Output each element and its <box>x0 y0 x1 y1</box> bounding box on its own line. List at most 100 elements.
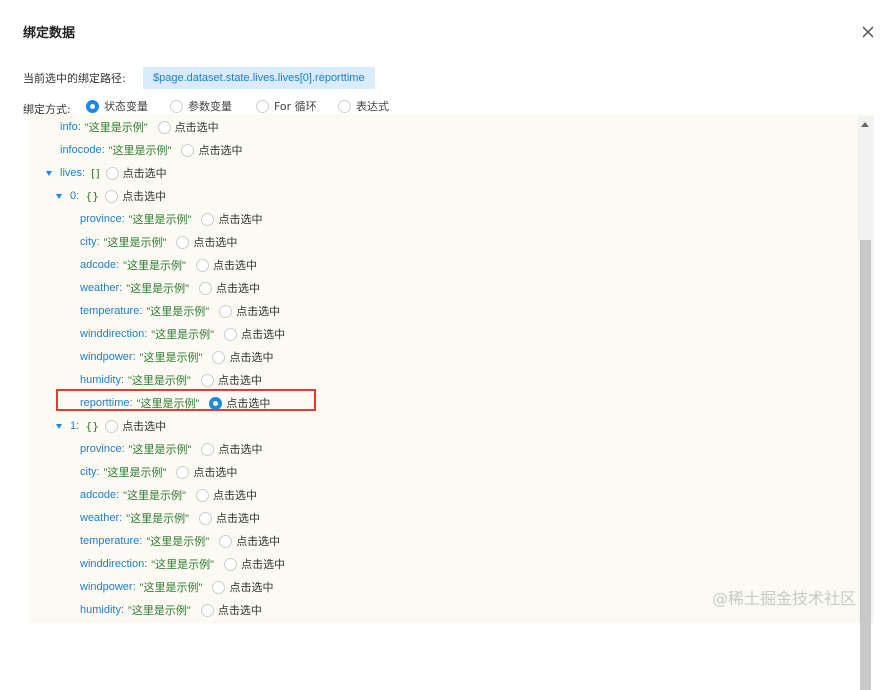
mode-option-label: 表达式 <box>356 100 389 113</box>
select-label[interactable]: 点击选中 <box>218 602 262 618</box>
expand-caret-icon[interactable] <box>46 170 52 176</box>
mode-option-state[interactable]: 状态变量 <box>86 98 148 114</box>
select-radio[interactable] <box>105 166 119 180</box>
mode-option-expression[interactable]: 表达式 <box>338 98 389 114</box>
tree-key: infocode: <box>60 144 105 156</box>
tree-value: "这里是示例" <box>146 536 210 548</box>
mode-option-label: For 循环 <box>274 100 317 113</box>
select-radio[interactable] <box>199 281 213 295</box>
select-label[interactable]: 点击选中 <box>241 326 285 342</box>
select-label[interactable]: 点击选中 <box>175 119 219 135</box>
select-label[interactable]: 点击选中 <box>122 418 166 434</box>
select-label[interactable]: 点击选中 <box>218 211 262 227</box>
radio-param-variable[interactable] <box>170 99 183 113</box>
tree-brace: {} <box>85 189 100 203</box>
select-radio[interactable] <box>195 258 209 272</box>
tree-key: 1: <box>70 420 80 432</box>
tree-row: city: "这里是示例" 点击选中 <box>80 233 237 251</box>
tree-value: "这里是示例" <box>123 490 186 502</box>
select-radio[interactable] <box>200 373 214 387</box>
tree-value: "这里是示例" <box>128 214 192 226</box>
tree-key: humidity: <box>80 374 125 386</box>
tree-row: humidity: "这里是示例" 点击选中 <box>80 601 262 619</box>
tree-row: info: "这里是示例" 点击选中 <box>60 118 219 136</box>
tree-row: province: "这里是示例" 点击选中 <box>80 440 262 458</box>
tree-key: weather: <box>80 512 123 524</box>
tree-key: info: <box>60 121 81 133</box>
select-radio[interactable] <box>105 189 119 203</box>
select-label[interactable]: 点击选中 <box>216 280 260 296</box>
select-radio[interactable] <box>219 534 233 548</box>
expand-caret-icon[interactable] <box>56 193 62 199</box>
mode-option-param[interactable]: 参数变量 <box>170 98 232 114</box>
select-radio[interactable] <box>105 419 119 433</box>
tree-key: humidity: <box>80 604 125 616</box>
select-radio[interactable] <box>224 557 238 571</box>
tree-value: "这里是示例" <box>139 582 203 594</box>
select-label[interactable]: 点击选中 <box>236 303 280 319</box>
select-label[interactable]: 点击选中 <box>123 165 167 181</box>
radio-state-variable[interactable] <box>86 99 99 113</box>
select-label[interactable]: 点击选中 <box>198 142 242 158</box>
radio-expression[interactable] <box>338 99 351 113</box>
select-radio[interactable] <box>212 580 226 594</box>
tree-key: 0: <box>70 190 80 202</box>
select-label[interactable]: 点击选中 <box>193 464 237 480</box>
tree-row: weather: "这里是示例" 点击选中 <box>80 279 260 297</box>
binding-path-label: 当前选中的绑定路径: <box>23 72 126 85</box>
close-icon[interactable] <box>860 24 876 40</box>
select-label[interactable]: 点击选中 <box>229 349 273 365</box>
scroll-up-arrow-icon[interactable] <box>861 122 869 127</box>
expand-caret-icon[interactable] <box>56 423 62 429</box>
mode-option-for-loop[interactable]: For 循环 <box>256 98 317 114</box>
select-radio[interactable] <box>219 304 233 318</box>
tree-value: "这里是示例" <box>139 352 203 364</box>
mode-option-label: 状态变量 <box>104 100 148 113</box>
dialog-title: 绑定数据 <box>23 26 76 41</box>
tree-row: infocode: "这里是示例" 点击选中 <box>60 141 242 159</box>
select-radio[interactable] <box>195 488 209 502</box>
select-label[interactable]: 点击选中 <box>236 533 280 549</box>
tree-row: lives: [] 点击选中 <box>46 164 167 182</box>
tree-value: "这里是示例" <box>103 467 167 479</box>
select-radio[interactable] <box>200 603 214 617</box>
tree-key: temperature: <box>80 305 143 317</box>
vertical-scrollbar[interactable] <box>858 116 873 690</box>
tree-key: adcode: <box>80 259 120 271</box>
select-radio[interactable] <box>176 465 190 479</box>
select-radio[interactable] <box>201 442 215 456</box>
tree-key: province: <box>80 443 125 455</box>
select-radio[interactable] <box>201 212 215 226</box>
tree-value: "这里是示例" <box>108 145 172 157</box>
radio-for-loop[interactable] <box>256 99 269 113</box>
select-label[interactable]: 点击选中 <box>213 257 257 273</box>
select-radio[interactable] <box>176 235 190 249</box>
tree-key: city: <box>80 236 100 248</box>
select-label[interactable]: 点击选中 <box>216 510 260 526</box>
select-label[interactable]: 点击选中 <box>218 372 262 388</box>
select-radio[interactable] <box>157 120 171 134</box>
tree-key: city: <box>80 466 100 478</box>
tree-row: humidity: "这里是示例" 点击选中 <box>80 371 262 389</box>
select-label[interactable]: 点击选中 <box>218 441 262 457</box>
tree-row: winddirection: "这里是示例" 点击选中 <box>80 555 285 573</box>
tree-key: winddirection: <box>80 558 148 570</box>
tree-value: "这里是示例" <box>123 260 186 272</box>
tree-key: lives: <box>60 167 86 179</box>
tree-value: "这里是示例" <box>126 283 190 295</box>
tree-value: "这里是示例" <box>128 605 191 617</box>
select-radio[interactable] <box>224 327 238 341</box>
select-radio[interactable] <box>212 350 226 364</box>
tree-value: "这里是示例" <box>128 375 191 387</box>
binding-path-value: $page.dataset.state.lives.lives[0].repor… <box>143 67 375 89</box>
select-radio[interactable] <box>181 143 195 157</box>
select-label[interactable]: 点击选中 <box>193 234 237 250</box>
select-label[interactable]: 点击选中 <box>241 556 285 572</box>
tree-value: "这里是示例" <box>84 122 148 134</box>
select-label[interactable]: 点击选中 <box>229 579 273 595</box>
watermark: @稀土掘金技术社区 <box>712 589 857 608</box>
select-label[interactable]: 点击选中 <box>122 188 166 204</box>
tree-value: "这里是示例" <box>146 306 210 318</box>
select-label[interactable]: 点击选中 <box>213 487 257 503</box>
select-radio[interactable] <box>199 511 213 525</box>
